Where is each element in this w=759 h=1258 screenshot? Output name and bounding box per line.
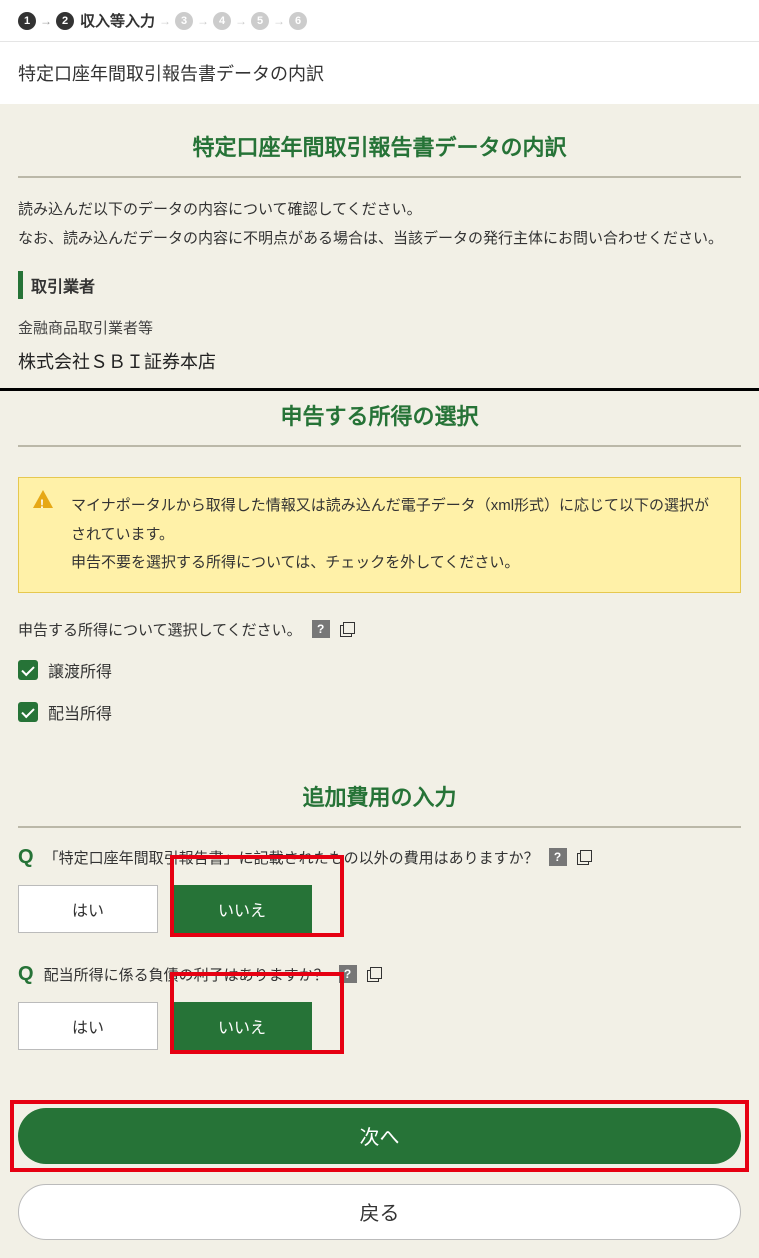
step-bar: 1 → 2 収入等入力 → 3 → 4 → 5 → 6	[0, 0, 759, 42]
checkbox-label: 配当所得	[48, 700, 112, 724]
back-button-wrap: 戻る	[0, 1178, 759, 1258]
prompt-text: 申告する所得について選択してください。	[18, 619, 302, 640]
page-title: 特定口座年間取引報告書データの内訳	[0, 42, 759, 104]
no-button[interactable]: いいえ	[172, 1002, 312, 1050]
section-income-select: 申告する所得の選択 マイナポータルから取得した情報又は読み込んだ電子データ（xm…	[0, 391, 759, 724]
field-value: 株式会社ＳＢＩ証券本店	[18, 348, 741, 374]
alert-text: マイナポータルから取得した情報又は読み込んだ電子データ（xml形式）に応じて以下…	[71, 497, 709, 571]
prompt-row: 申告する所得について選択してください。 ?	[18, 619, 741, 640]
help-icon[interactable]: ?	[312, 620, 330, 638]
question-extra-cost: Q 「特定口座年間取引報告書」に記載されたもの以外の費用はありますか？ ?	[18, 846, 741, 869]
arrow-icon: →	[235, 14, 247, 28]
help-icon[interactable]: ?	[339, 965, 357, 983]
step-6: 6	[289, 12, 307, 30]
section-heading: 申告する所得の選択	[18, 391, 741, 445]
next-button-wrap: 次へ	[10, 1100, 749, 1172]
external-window-icon[interactable]	[577, 850, 591, 864]
checkbox-checked-icon	[18, 702, 38, 722]
step-2: 2	[56, 12, 74, 30]
divider	[18, 826, 741, 828]
field-label: 金融商品取引業者等	[18, 317, 741, 338]
section-data-breakdown: 特定口座年間取引報告書データの内訳 読み込んだ以下のデータの内容について確認して…	[0, 104, 759, 374]
step-1: 1	[18, 12, 36, 30]
question-text: 「特定口座年間取引報告書」に記載されたもの以外の費用はありますか？	[44, 847, 539, 868]
divider	[18, 445, 741, 447]
arrow-icon: →	[40, 14, 52, 28]
checkbox-label: 譲渡所得	[48, 658, 112, 682]
no-button[interactable]: いいえ	[172, 885, 312, 933]
step-2-label: 収入等入力	[80, 10, 155, 31]
q-icon: Q	[18, 846, 34, 869]
arrow-icon: →	[197, 14, 209, 28]
external-window-icon[interactable]	[340, 622, 354, 636]
yes-button[interactable]: はい	[18, 1002, 158, 1050]
sub-heading-trader: 取引業者	[18, 271, 741, 299]
step-5: 5	[251, 12, 269, 30]
checkbox-checked-icon	[18, 660, 38, 680]
intro-text: 読み込んだ以下のデータの内容について確認してください。 なお、読み込んだデータの…	[18, 196, 741, 253]
external-window-icon[interactable]	[367, 967, 381, 981]
alert-box: マイナポータルから取得した情報又は読み込んだ電子データ（xml形式）に応じて以下…	[18, 477, 741, 593]
divider	[18, 176, 741, 178]
warning-icon	[33, 490, 53, 508]
question-debt-interest: Q 配当所得に係る負債の利子はありますか？ ?	[18, 963, 741, 986]
yes-button[interactable]: はい	[18, 885, 158, 933]
checkbox-transfer-income[interactable]: 譲渡所得	[18, 658, 741, 682]
q-icon: Q	[18, 963, 34, 986]
arrow-icon: →	[159, 14, 171, 28]
step-3: 3	[175, 12, 193, 30]
next-button[interactable]: 次へ	[18, 1108, 741, 1164]
section-heading: 特定口座年間取引報告書データの内訳	[18, 104, 741, 176]
step-4: 4	[213, 12, 231, 30]
section-additional-cost: 追加費用の入力 Q 「特定口座年間取引報告書」に記載されたもの以外の費用はありま…	[0, 754, 759, 1090]
back-button[interactable]: 戻る	[18, 1184, 741, 1240]
question-text: 配当所得に係る負債の利子はありますか？	[44, 964, 329, 985]
answer-row-1: はい いいえ	[18, 877, 741, 941]
section-heading: 追加費用の入力	[18, 754, 741, 826]
help-icon[interactable]: ?	[549, 848, 567, 866]
checkbox-dividend-income[interactable]: 配当所得	[18, 700, 741, 724]
answer-row-2: はい いいえ	[18, 994, 741, 1058]
arrow-icon: →	[273, 14, 285, 28]
